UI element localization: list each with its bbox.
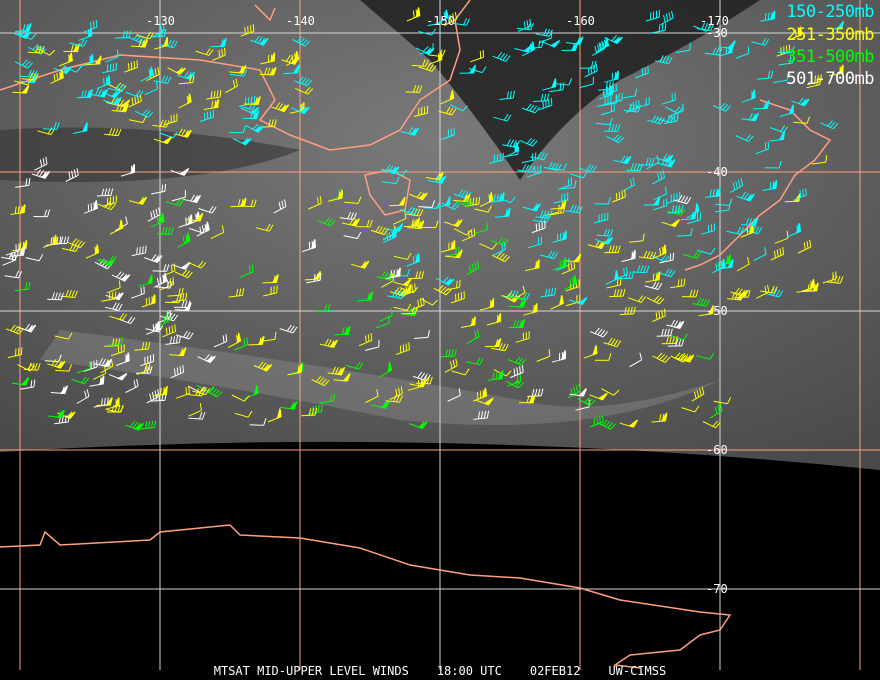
satellite-wind-map: -130 -140 -150 -160 -170 -30 -40 -50 -60…: [0, 0, 880, 680]
legend-251-350mb: 251-350mb: [786, 25, 874, 45]
caption-time: 18:00 UTC: [436, 664, 502, 678]
lat-label-40: -40: [706, 165, 728, 179]
lat-label-50: -50: [706, 304, 728, 318]
lon-label-160: -160: [566, 14, 595, 28]
lon-label-140: -140: [286, 14, 315, 28]
legend-150-250mb: 150-250mb: [786, 2, 874, 22]
legend-351-500mb: 351-500mb: [786, 47, 874, 67]
lat-label-30: -30: [706, 26, 728, 40]
lat-label-70: -70: [706, 582, 728, 596]
lon-label-130: -130: [146, 14, 175, 28]
lat-label-60: -60: [706, 443, 728, 457]
map-layer: [0, 0, 880, 670]
coastline-antarctica: [0, 524, 732, 669]
legend-501-700mb: 501-700mb: [786, 69, 874, 89]
caption-date: 02FEB12: [529, 664, 581, 678]
lon-label-150: -150: [426, 14, 455, 28]
image-caption: MTSAT MID-UPPER LEVEL WINDS 18:00 UTC 02FE…: [0, 664, 880, 678]
caption-product: MTSAT MID-UPPER LEVEL WINDS: [213, 664, 409, 678]
caption-source: UW-CIMSS: [608, 664, 667, 678]
